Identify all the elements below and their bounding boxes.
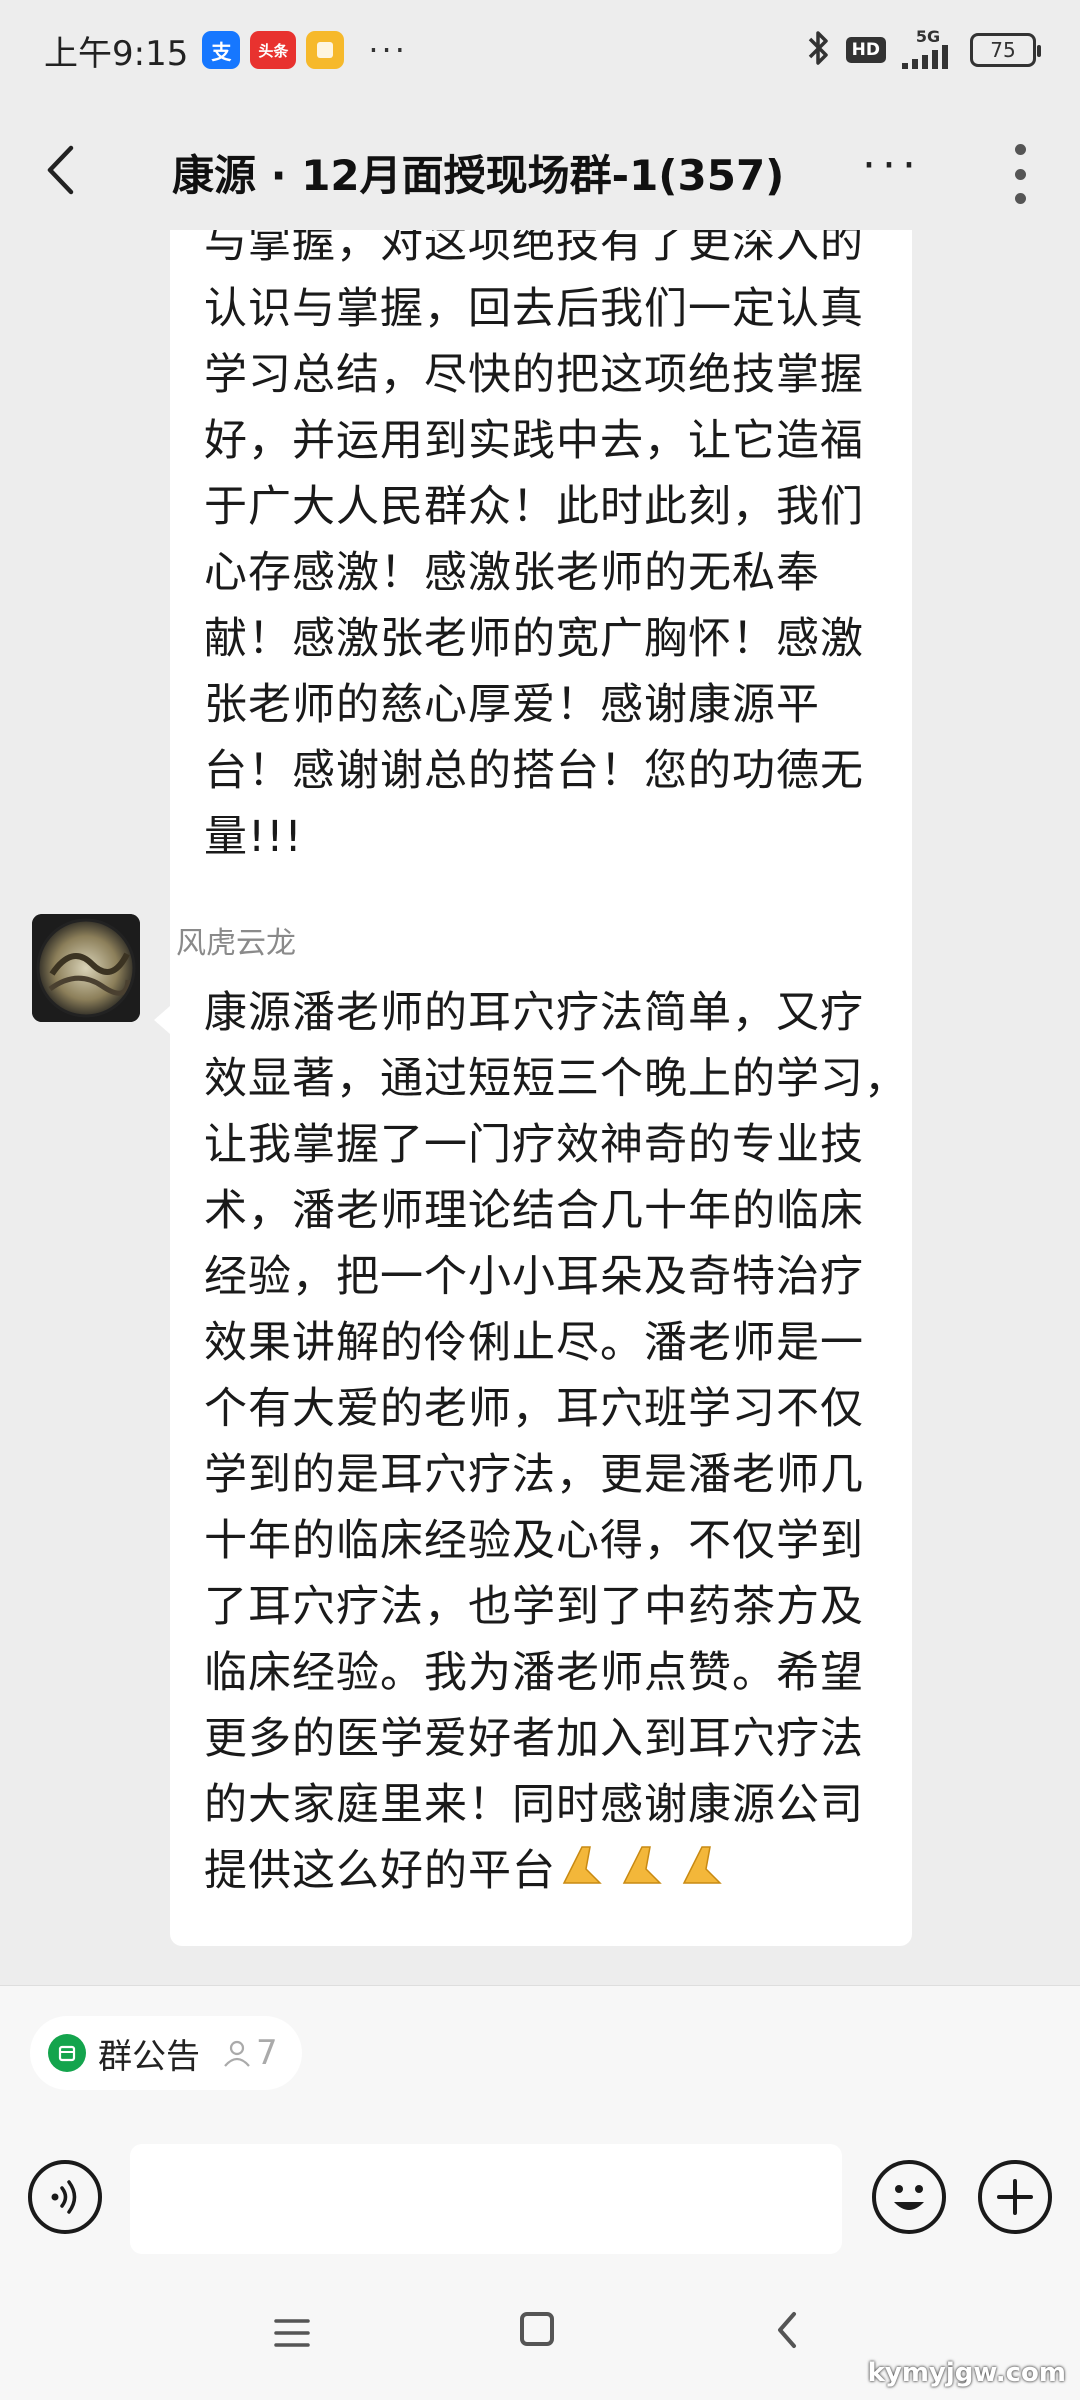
status-more-dots: ··· [368, 31, 408, 69]
toutiao-icon: 头条 [250, 31, 297, 69]
nav-recents-button[interactable] [272, 2316, 312, 2350]
message-line-last: 提供这么好的平台 [204, 1838, 878, 1908]
plus-icon [997, 2179, 1033, 2215]
status-time: 上午9:15 [44, 33, 189, 74]
smiley-icon [894, 2185, 924, 2210]
message-line: 个有大爱的老师，耳穴班学习不仅 [204, 1384, 864, 1434]
pray-hands-icon [556, 1839, 736, 1908]
message-line: 于广大人民群众！此时此刻，我们 [204, 482, 864, 532]
group-announcement-chip[interactable]: 群公告 7 [30, 2016, 302, 2090]
message-list[interactable]: 与掌握，对这项绝技有了更深入的 认识与掌握，回去后我们一定认真 学习总结，尽快的… [0, 230, 1080, 1985]
sender-name: 风虎云龙 [176, 926, 296, 961]
voice-button[interactable] [28, 2160, 102, 2234]
chat-more-button[interactable]: ··· [862, 144, 922, 188]
battery-icon: 75 [970, 33, 1041, 67]
message-line: 十年的临床经验及心得，不仅学到 [204, 1516, 864, 1566]
chevron-left-icon [47, 145, 74, 195]
message-line: 让我掌握了一门疗效神奇的专业技 [204, 1120, 864, 1170]
message-line: 临床经验。我为潘老师点赞。希望 [204, 1648, 864, 1698]
chevron-left-icon [778, 2312, 796, 2348]
announcement-viewers: 7 [222, 2033, 278, 2073]
sender-avatar[interactable] [32, 914, 140, 1022]
menu-icon [274, 2319, 310, 2347]
message-bubble[interactable]: 康源潘老师的耳穴疗法简单，又疗 效显著，通过短短三个晚上的学习， 让我掌握了一门… [154, 966, 912, 1946]
alipay-icon: 支 [202, 31, 241, 69]
message-line: 经验，把一个小小耳朵及奇特治疗 [204, 1252, 864, 1302]
message-line: 提供这么好的平台 [204, 1846, 556, 1896]
notes-icon [306, 31, 345, 69]
message-line: 的大家庭里来！同时感谢康源公司 [204, 1780, 864, 1830]
watermark: kymyjgw.com [867, 2358, 1066, 2388]
status-bar: 上午9:15 支 头条 ··· HD 5G 75 [0, 0, 1080, 100]
announcement-count: 7 [256, 2033, 278, 2073]
back-button[interactable] [30, 138, 90, 202]
message-line: 效果讲解的伶俐止尽。潘老师是一 [204, 1318, 864, 1368]
signal-icon [900, 44, 956, 72]
message-line: 学到的是耳穴疗法，更是潘老师几 [204, 1450, 864, 1500]
message-line: 学习总结，尽快的把这项绝技掌握 [204, 350, 864, 400]
message-line: 效显著，通过短短三个晚上的学习， [204, 1054, 908, 1104]
voice-icon [51, 2180, 77, 2214]
message-line: 与掌握，对这项绝技有了更深入的 [204, 230, 864, 268]
message-line: 认识与掌握，回去后我们一定认真 [204, 284, 864, 334]
hd-badge: HD [845, 37, 886, 63]
message-line: 了耳穴疗法，也学到了中药茶方及 [204, 1582, 864, 1632]
message-line: 康源潘老师的耳穴疗法简单，又疗 [204, 988, 864, 1038]
chat-header: 康源 · 12月面授现场群-1(357) ··· [0, 120, 1080, 220]
message-input[interactable] [130, 2144, 842, 2254]
emoji-button[interactable] [872, 2160, 946, 2234]
message-line: 好，并运用到实践中去，让它造福 [204, 416, 864, 466]
announcement-label: 群公告 [98, 2036, 200, 2077]
message-line: 更多的医学爱好者加入到耳穴疗法 [204, 1714, 864, 1764]
message-line: 献！感激张老师的宽广胸怀！感激 [204, 614, 864, 664]
nav-back-button[interactable] [770, 2308, 804, 2352]
message-line: 心存感激！感激张老师的无私奉 [204, 548, 820, 598]
message-line: 术，潘老师理论结合几十年的临床 [204, 1186, 864, 1236]
bluetooth-icon [806, 29, 832, 71]
more-actions-button[interactable] [978, 2160, 1052, 2234]
message-line: 张老师的慈心厚爱！感谢康源平 [204, 680, 820, 730]
input-bar [0, 2130, 1080, 2260]
nav-home-button[interactable] [520, 2312, 554, 2346]
network-type: 5G [915, 26, 941, 46]
kebab-menu-button[interactable] [1008, 144, 1032, 204]
message-line: 台！感谢谢总的搭台！您的功德无 [204, 746, 864, 796]
message-line: 量!!! [204, 812, 303, 862]
announcement-icon [48, 2034, 86, 2072]
person-icon [224, 2040, 250, 2067]
chat-title: 康源 · 12月面授现场群-1(357) [172, 151, 785, 200]
